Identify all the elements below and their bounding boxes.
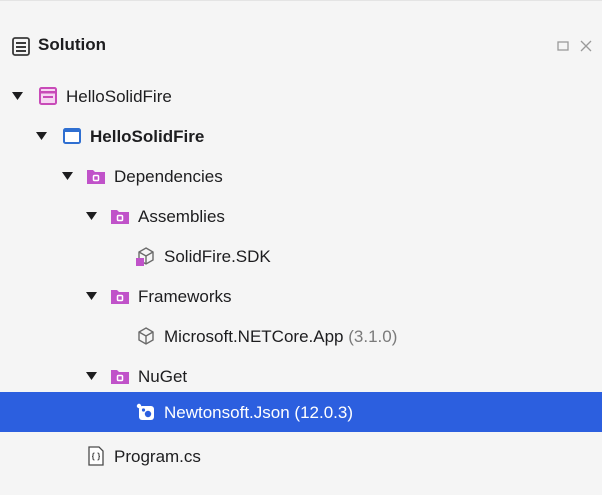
tree-row-dependencies[interactable]: Dependencies (0, 156, 602, 196)
tree-item-label: NuGet (138, 367, 188, 386)
folder-icon (111, 290, 129, 304)
maximize-icon[interactable] (556, 39, 570, 53)
tree-item-label: HelloSolidFire (66, 87, 172, 106)
framework-reference-icon (138, 327, 154, 345)
folder-icon (111, 370, 129, 384)
chevron-down-icon[interactable] (86, 371, 97, 381)
folder-icon (111, 210, 129, 224)
tree-item-label: HelloSolidFire (90, 127, 205, 146)
solution-icon (39, 87, 57, 105)
csharp-file-icon (88, 446, 104, 466)
tree-item-label: Assemblies (138, 207, 225, 226)
nuget-package-icon (136, 403, 154, 420)
tree-row-program-cs[interactable]: Program.cs (0, 436, 602, 476)
pad-title: Solution (38, 35, 106, 54)
chevron-down-icon[interactable] (86, 291, 97, 301)
tree-row-project[interactable]: HelloSolidFire (0, 116, 602, 156)
tree-row-solution[interactable]: HelloSolidFire (0, 76, 602, 116)
tree-item-label: Program.cs (114, 447, 201, 466)
solution-pad-icon (12, 37, 30, 56)
close-icon[interactable] (579, 39, 593, 53)
tree-row-netcore-app[interactable]: Microsoft.NETCore.App (3.1.0) (0, 316, 602, 356)
tree-item-label: Microsoft.NETCore.App (3.1.0) (164, 327, 397, 347)
tree-row-nuget[interactable]: NuGet (0, 356, 602, 396)
chevron-down-icon[interactable] (62, 171, 73, 181)
chevron-down-icon[interactable] (86, 211, 97, 221)
folder-icon (87, 170, 105, 184)
project-icon (63, 128, 81, 144)
package-name: Microsoft.NETCore.App (164, 327, 344, 346)
tree-row-assemblies[interactable]: Assemblies (0, 196, 602, 236)
package-version: (3.1.0) (348, 327, 398, 346)
assembly-reference-icon (136, 247, 154, 266)
solution-pad: Solution HelloSolidFire HelloSolidFire D… (0, 0, 602, 495)
solution-tree: HelloSolidFire HelloSolidFire Dependenci… (0, 74, 602, 495)
tree-item-label: Dependencies (114, 167, 223, 186)
package-name: Newtonsoft.Json (164, 403, 290, 422)
package-version: (12.0.3) (294, 403, 354, 422)
tree-item-label: Frameworks (138, 287, 232, 306)
tree-item-label: SolidFire.SDK (164, 247, 271, 266)
tree-row-frameworks[interactable]: Frameworks (0, 276, 602, 316)
chevron-down-icon[interactable] (36, 131, 47, 141)
tree-row-newtonsoft-json[interactable]: Newtonsoft.Json (12.0.3) (0, 392, 602, 432)
tree-item-label: Newtonsoft.Json (12.0.3) (164, 403, 353, 423)
tree-row-solidfire-sdk[interactable]: SolidFire.SDK (0, 236, 602, 276)
chevron-down-icon[interactable] (12, 91, 23, 101)
